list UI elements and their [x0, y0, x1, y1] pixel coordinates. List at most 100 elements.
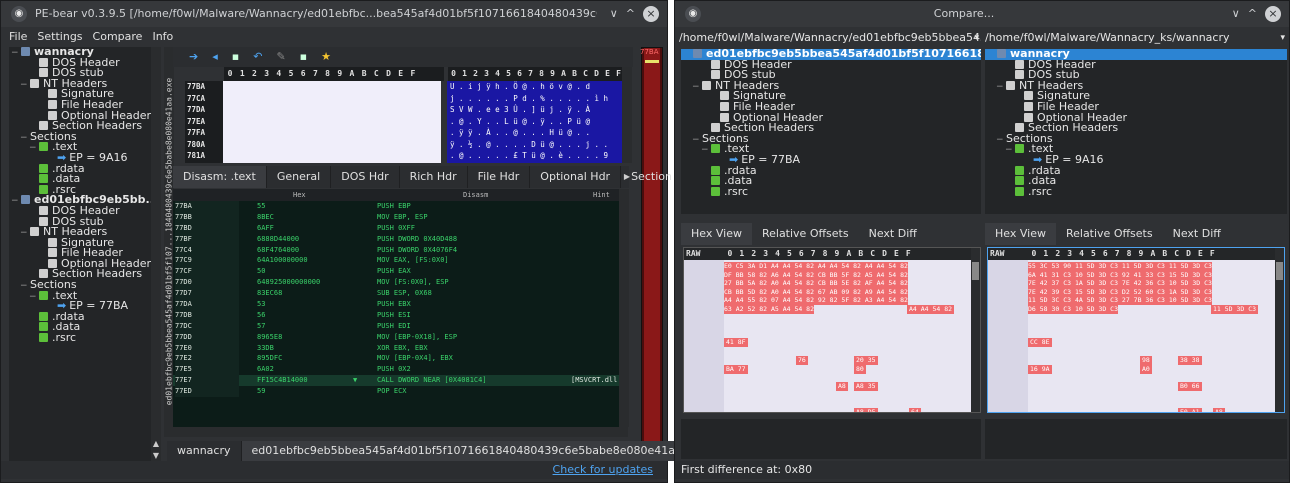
star-icon[interactable]: ★	[321, 50, 345, 63]
tree-item[interactable]: − Sections	[9, 131, 159, 143]
disasm-row[interactable]: 77D0 648925000000000 MOV [FS:0X0], ESP	[173, 277, 628, 289]
hex-column-label: D	[882, 249, 887, 258]
ascii-area[interactable]: U . i j ÿ h . Ö @ . h ö v @ . d j . . . .…	[447, 81, 623, 163]
menu-info[interactable]: Info	[152, 27, 173, 47]
nav-left-icon[interactable]: ◂	[212, 50, 232, 63]
tree-item[interactable]: − Sections	[9, 279, 159, 291]
tree-item[interactable]: Signature	[681, 90, 981, 102]
tree-item[interactable]: File Header	[681, 101, 981, 113]
tab-relative-offsets[interactable]: Relative Offsets	[1056, 223, 1163, 245]
section-icon	[39, 142, 48, 152]
disasm-row[interactable]: 77DB 56 PUSH ESI	[173, 309, 628, 321]
section-minimap[interactable]: 77BA	[640, 47, 663, 461]
tree-item[interactable]: .rsrc	[9, 332, 159, 344]
disasm-row[interactable]: 77E0 33DB XOR EBX, EBX	[173, 342, 628, 354]
hex-scrollbar[interactable]	[1275, 248, 1284, 412]
tab-hex-view[interactable]: Hex View	[681, 223, 752, 245]
disasm-row[interactable]: 77E5 6A02 PUSH 0X2	[173, 364, 628, 376]
tab-disasm-text[interactable]: Disasm: .text	[173, 166, 267, 188]
scroll-down-icon[interactable]: ▼	[151, 451, 161, 461]
check-updates-link[interactable]: Check for updates	[553, 463, 653, 476]
hex-bytes-area[interactable]	[223, 81, 441, 163]
compare-title-bar[interactable]: ◉ Compare... ∨ ^ ×	[675, 1, 1289, 27]
disasm-row[interactable]: 77ED 59 POP ECX	[173, 386, 628, 398]
disasm-row[interactable]: 77C9 64A100000000 MOV EAX, [FS:0X0]	[173, 255, 628, 267]
disasm-row[interactable]: 77D7 83EC68 SUB ESP, 0X68	[173, 288, 628, 300]
hex-column-label: F	[1209, 249, 1215, 258]
menu-compare[interactable]: Compare	[93, 27, 143, 47]
tab-dos-hdr[interactable]: DOS Hdr	[331, 166, 400, 188]
tree-item[interactable]: − .text	[681, 143, 981, 155]
left-path-select[interactable]: /home/f0wl/Malware/Wannacry/ed01ebfbc9eb…	[679, 29, 981, 47]
disasm-scrollbar[interactable]	[619, 189, 629, 427]
file-tab-wannacry[interactable]: wannacry	[167, 441, 242, 461]
close-icon[interactable]: ×	[643, 6, 659, 22]
disasm-instruction: PUSH DWORD 0X4076F4	[377, 245, 458, 254]
disasm-row[interactable]: 77DD 8965E8 MOV [EBP-0X18], ESP	[173, 331, 628, 343]
disasm-hscrollbar[interactable]	[173, 427, 628, 437]
tree-item[interactable]: .rdata	[9, 163, 159, 175]
hex-scrollbar[interactable]	[971, 248, 980, 412]
tab-rich-hdr[interactable]: Rich Hdr	[400, 166, 468, 188]
right-path-select[interactable]: /home/f0wl/Malware/Wannacry_ks/wannacry …	[985, 29, 1287, 47]
minimize-icon[interactable]: ∨	[1232, 1, 1240, 27]
nav-right-icon[interactable]: ➔	[189, 50, 212, 63]
file-tab-ed01[interactable]: ed01ebfbc9eb5bbea545af4d01bf5f1071661840…	[241, 441, 716, 461]
disasm-row[interactable]: 77DA 53 PUSH EBX	[173, 299, 628, 310]
tree-item[interactable]: .rdata	[9, 311, 159, 323]
scroll-thumb[interactable]	[972, 262, 979, 280]
hex-column-label: 0	[451, 69, 456, 78]
minimize-icon[interactable]: ∨	[610, 1, 618, 27]
disasm-row[interactable]: 77BB 8BEC MOV EBP, ESP	[173, 211, 628, 223]
maximize-icon[interactable]: ^	[626, 1, 635, 27]
hex-column-label: 6	[798, 249, 804, 258]
hex-column-label: 4	[775, 249, 780, 258]
tab-next-diff[interactable]: Next Diff	[859, 223, 927, 245]
menu-file[interactable]: File	[9, 27, 27, 47]
disasm-row[interactable]: 77DC 57 PUSH EDI	[173, 320, 628, 332]
disasm-row[interactable]: 77C4 68F4764000 PUSH DWORD 0X4076F4	[173, 244, 628, 256]
disasm-row[interactable]: 77E7 FF15C4B14000 CALL DWORD NEAR [0X4081C…	[173, 375, 628, 387]
tree-item[interactable]: − NT Headers	[681, 80, 981, 92]
header-icon	[48, 99, 57, 109]
hex-scrollbar[interactable]	[622, 67, 632, 163]
tree-item[interactable]: .data	[9, 173, 159, 185]
disasm-instruction: PUSH EBX	[377, 300, 411, 309]
tree-item[interactable]: − .text	[985, 143, 1287, 155]
compare-hex-right[interactable]: RAW 0 1 2 3 4 5 6 7 8 9 A B C D E F 55 3C 53 90 11 5D 3D …	[987, 247, 1285, 413]
tab-general[interactable]: General	[267, 166, 332, 188]
app-icon: ◉	[11, 6, 27, 22]
scroll-thumb[interactable]	[1276, 262, 1283, 280]
tree-item[interactable]: − NT Headers	[985, 80, 1287, 92]
menu-settings[interactable]: Settings	[37, 27, 82, 47]
close-icon[interactable]: ×	[1265, 6, 1281, 22]
scroll-up-icon[interactable]: ▲	[151, 439, 161, 449]
tree-item[interactable]: Signature	[985, 90, 1287, 102]
tab-file-hdr[interactable]: File Hdr	[468, 166, 531, 188]
disasm-table[interactable]: 77BA 55 PUSH EBP 77BB 8BEC MOV EBP, ESP 77BD 6A…	[173, 201, 628, 427]
disasm-address: 77DC	[175, 320, 239, 332]
tree-item[interactable]: .rsrc	[681, 186, 981, 198]
disasm-instruction: MOV EAX, [FS:0X0]	[377, 256, 449, 265]
title-bar[interactable]: ◉ PE-bear v0.3.9.5 [/home/f0wl/Malware/W…	[1, 1, 667, 27]
disasm-row[interactable]: 77E2 895DFC MOV [EBP-0X4], EBX	[173, 353, 628, 365]
tab-scroll-right-icon[interactable]: ▶	[622, 166, 632, 188]
pen-icon[interactable]: ✎	[276, 50, 299, 63]
tree-item[interactable]: .data	[9, 321, 159, 333]
tab-relative-offsets[interactable]: Relative Offsets	[752, 223, 859, 245]
save-icon[interactable]: ▪	[232, 50, 253, 63]
tab-hex-view[interactable]: Hex View	[985, 223, 1056, 245]
copy-icon[interactable]: ▪	[300, 50, 321, 63]
maximize-icon[interactable]: ^	[1248, 1, 1257, 27]
tree-item[interactable]: File Header	[985, 101, 1287, 113]
disasm-row[interactable]: 77BF 6888D44000 PUSH DWORD 0X40D488	[173, 233, 628, 245]
undo-icon[interactable]: ↶	[253, 50, 276, 63]
tab-next-diff[interactable]: Next Diff	[1163, 223, 1231, 245]
tree-item[interactable]: .rsrc	[985, 186, 1287, 198]
disasm-row[interactable]: 77BA 55 PUSH EBP	[173, 201, 628, 212]
compare-hex-left[interactable]: RAW 0 1 2 3 4 5 6 7 8 9 A B C D E F E0 C5 3A D1 A4 A4 54 …	[683, 247, 981, 413]
disasm-row[interactable]: 77BD 6AFF PUSH 0XFF	[173, 222, 628, 234]
tree-scrollbar[interactable]: ▲ ▼	[151, 47, 161, 461]
disasm-row[interactable]: 77CF 50 PUSH EAX	[173, 266, 628, 278]
tab-optional-hdr[interactable]: Optional Hdr	[530, 166, 622, 188]
